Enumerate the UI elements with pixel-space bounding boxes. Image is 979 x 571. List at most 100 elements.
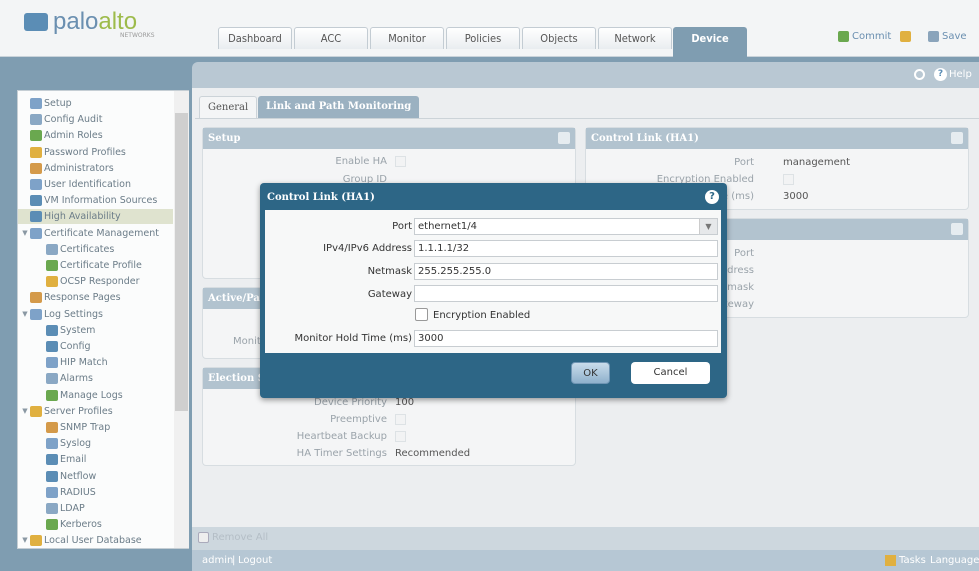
sidebar-item-label: Server Profiles (44, 405, 113, 417)
sidebar-item-label: SNMP Trap (60, 422, 111, 433)
gear-icon[interactable] (951, 223, 963, 235)
expand-arrow-icon[interactable]: ▼ (20, 533, 30, 548)
expand-arrow-icon[interactable]: ▼ (20, 404, 30, 419)
tab-general[interactable]: General (199, 96, 258, 119)
sidebar-item-label: Local User Database (44, 535, 142, 547)
sidebar-item-label: Response Pages (44, 292, 121, 304)
sidebar-item-certificate-profile[interactable]: Certificate Profile (18, 258, 173, 273)
save-button[interactable]: Save (928, 31, 967, 42)
sidebar-item-certificate-management[interactable]: ▼ Certificate Management (18, 226, 173, 241)
sidebar-item-syslog[interactable]: Syslog (18, 436, 173, 451)
remove-all-button[interactable]: Remove All (212, 532, 268, 543)
sidebar-item-administrators[interactable]: Administrators (18, 161, 173, 176)
sidebar-item-icon (46, 260, 58, 271)
sidebar-item-icon (30, 114, 42, 126)
sidebar-item-icon (46, 519, 58, 531)
sidebar-item-label: Netflow (60, 470, 97, 482)
sidebar-item-hip-match[interactable]: HIP Match (18, 355, 173, 370)
sidebar-scroll-thumb[interactable] (175, 113, 188, 411)
sidebar-item-ocsp-responder[interactable]: OCSP Responder (18, 274, 173, 289)
expand-arrow-icon[interactable]: ▼ (20, 226, 30, 241)
refresh-icon[interactable] (914, 69, 925, 80)
sidebar-item-log-settings[interactable]: ▼ Log Settings (18, 307, 173, 322)
sidebar-item-icon (46, 243, 58, 255)
lock-icon[interactable] (900, 31, 912, 42)
sidebar-item-system[interactable]: System (18, 323, 173, 338)
help-icon[interactable]: ? (934, 68, 947, 81)
port-select[interactable]: ethernet1/4 ▼ (414, 218, 718, 235)
sidebar-item-label: HIP Match (60, 357, 108, 369)
sidebar-item-label: LDAP (60, 503, 85, 514)
ok-button[interactable]: OK (571, 362, 610, 384)
tab-policies[interactable]: Policies (446, 27, 520, 49)
bottom-toolbar: Remove All (192, 527, 979, 550)
sidebar-item-label: Config Audit (44, 114, 103, 126)
sidebar-item-icon (30, 162, 42, 174)
tab-objects[interactable]: Objects (522, 27, 596, 49)
tab-monitor[interactable]: Monitor (370, 27, 444, 49)
sidebar-item-local-user-database[interactable]: ▼ Local User Database (18, 533, 173, 548)
gear-icon[interactable] (951, 132, 963, 144)
logout-link[interactable]: Logout (238, 555, 272, 566)
encryption-checkbox[interactable] (415, 308, 428, 321)
sidebar-item-user-identification[interactable]: User Identification (18, 177, 173, 192)
commit-button[interactable]: Commit (838, 31, 912, 42)
address-label: IPv4/IPv6 Address (323, 243, 412, 254)
tab-acc[interactable]: ACC (294, 27, 368, 49)
sidebar-item-label: Certificates (60, 243, 115, 255)
gear-icon[interactable] (558, 132, 570, 144)
sidebar-item-label: Certificate Management (44, 227, 159, 239)
sidebar-item-icon (46, 438, 58, 450)
address-input[interactable]: 1.1.1.1/32 (414, 240, 718, 257)
netmask-input[interactable]: 255.255.255.0 (414, 263, 718, 280)
tab-device[interactable]: Device (673, 27, 747, 57)
port-label: Port (734, 248, 754, 259)
hold-time-input[interactable]: 3000 (414, 330, 718, 347)
chevron-down-icon[interactable]: ▼ (699, 219, 717, 234)
expand-arrow-icon[interactable]: ▼ (20, 307, 30, 322)
sidebar-item-vm-information-sources[interactable]: VM Information Sources (18, 193, 173, 208)
tab-dashboard[interactable]: Dashboard (218, 27, 292, 49)
control-link-dialog: Control Link (HA1) ? Port ethernet1/4 ▼ I… (260, 183, 727, 398)
help-icon[interactable]: ? (705, 190, 719, 204)
sidebar-item-email[interactable]: Email (18, 452, 173, 467)
sidebar-item-manage-logs[interactable]: Manage Logs (18, 388, 173, 403)
sidebar-item-label: Setup (44, 98, 72, 109)
gateway-label: Gateway (367, 289, 412, 300)
sidebar-item-server-profiles[interactable]: ▼ Server Profiles (18, 404, 173, 419)
sidebar-item-admin-roles[interactable]: Admin Roles (18, 128, 173, 143)
sidebar-item-icon (30, 211, 42, 223)
port-label: Port (392, 221, 412, 232)
sidebar-item-snmp-trap[interactable]: SNMP Trap (18, 420, 173, 435)
monitor-label: Monit (233, 336, 261, 347)
sidebar-item-label: RADIUS (60, 486, 96, 498)
sidebar: Setup Config Audit Admin Roles Password Pro… (17, 90, 189, 549)
sidebar-item-config[interactable]: Config (18, 339, 173, 354)
sidebar-item-icon (30, 130, 42, 142)
port-value: ethernet1/4 (418, 221, 478, 232)
sidebar-item-certificates[interactable]: Certificates (18, 242, 173, 257)
cancel-button[interactable]: Cancel (631, 362, 710, 384)
sidebar-item-radius[interactable]: RADIUS (18, 485, 173, 500)
sidebar-item-high-availability[interactable]: High Availability (18, 209, 173, 225)
save-icon (928, 31, 939, 42)
tab-network[interactable]: Network (598, 27, 672, 49)
sidebar-item-setup[interactable]: Setup (18, 96, 173, 111)
panel-title: Setup (208, 133, 241, 144)
sidebar-item-ldap[interactable]: LDAP (18, 501, 173, 516)
sidebar-item-response-pages[interactable]: Response Pages (18, 290, 173, 305)
header: palo alto NETWORKS Dashboard ACC Monitor … (0, 0, 979, 57)
tasks-link[interactable]: Tasks (899, 555, 926, 566)
language-link[interactable]: Language (930, 555, 979, 566)
ha-timer-label: HA Timer Settings (296, 448, 387, 459)
panel-title: Control Link (HA1) (591, 133, 699, 144)
sidebar-item-config-audit[interactable]: Config Audit (18, 112, 173, 127)
hold-time-label: Monitor Hold Time (ms) (294, 333, 412, 344)
sidebar-item-netflow[interactable]: Netflow (18, 469, 173, 484)
sidebar-item-kerberos[interactable]: Kerberos (18, 517, 173, 532)
gateway-input[interactable] (414, 285, 718, 302)
help-link[interactable]: Help (949, 69, 972, 80)
sidebar-item-password-profiles[interactable]: Password Profiles (18, 145, 173, 160)
sidebar-item-alarms[interactable]: Alarms (18, 371, 173, 386)
tab-link-path-monitoring[interactable]: Link and Path Monitoring (258, 96, 420, 119)
